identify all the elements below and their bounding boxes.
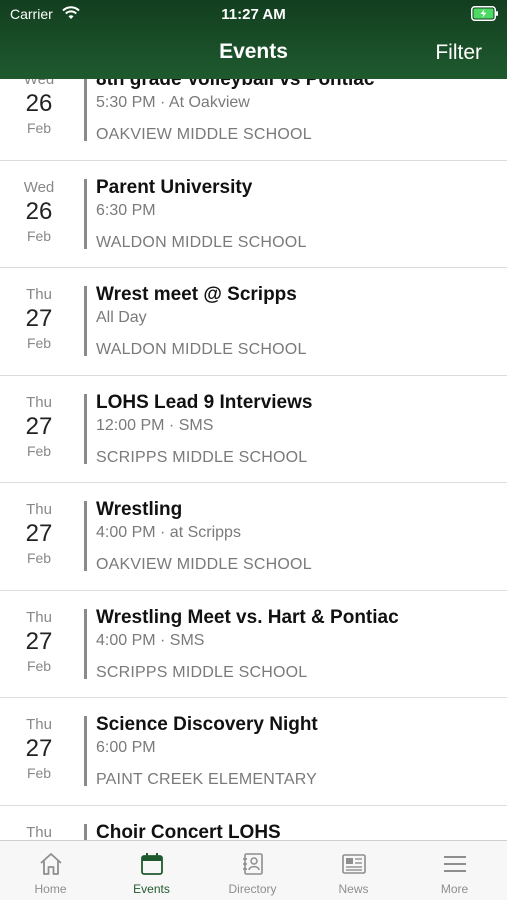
event-day: 27 [25,305,53,332]
event-title: Wrest meet @ Scripps [96,284,297,305]
event-date: Wed 26 Feb [0,79,78,160]
calendar-icon [141,853,163,875]
event-time: 5:30 PM · At Oakview [96,94,250,111]
event-month: Feb [26,765,52,781]
menu-icon [444,856,466,872]
navigation-header: Carrier 11:27 AM Events Filter [0,0,507,79]
event-divider [84,393,87,464]
tab-more[interactable]: More [404,841,505,900]
event-date: Thu 27 Feb [0,483,78,590]
event-weekday: Thu [26,716,52,733]
event-divider [84,608,87,679]
event-weekday: Thu [26,501,52,518]
event-day: 26 [25,197,53,225]
event-row[interactable]: Thu 27 Feb Wrestling 4:00 PM · at Scripp… [0,483,507,591]
events-list-content: Wed 26 Feb 8th grade Volleyball vs Ponti… [0,79,507,840]
tab-home[interactable]: Home [0,841,101,900]
event-school: WALDON MIDDLE SCHOOL [96,233,307,251]
event-divider [84,823,87,840]
battery-charging-icon [471,6,498,21]
tab-news-label: News [338,882,369,896]
event-time: 4:00 PM · at Scripps [96,524,241,541]
event-weekday: Thu [26,393,52,411]
event-row[interactable]: Thu Choir Concert LOHS [0,805,507,841]
tab-home-label: Home [34,882,67,896]
event-date: Thu 27 Feb [0,698,78,805]
event-school: PAINT CREEK ELEMENTARY [96,771,318,788]
event-title: Wrestling Meet vs. Hart & Pontiac [96,606,399,628]
event-day: 27 [25,520,53,547]
status-bar: Carrier 11:27 AM [0,0,507,28]
event-school: SCRIPPS MIDDLE SCHOOL [96,448,308,466]
event-row[interactable]: Wed 26 Feb Parent University 6:30 PM WAL… [0,160,507,268]
event-divider [84,79,87,141]
tab-directory[interactable]: Directory [202,841,303,900]
tab-events[interactable]: Events [101,841,202,900]
event-date: Thu 27 Feb [0,268,78,375]
event-school: OAKVIEW MIDDLE SCHOOL [96,556,312,573]
event-month: Feb [26,550,52,566]
event-title: Choir Concert LOHS [96,821,281,841]
event-title: LOHS Lead 9 Interviews [96,391,313,413]
page-title: Events [219,40,288,63]
tab-more-label: More [440,882,469,896]
event-month: Feb [26,120,52,136]
event-month: Feb [26,442,52,459]
event-weekday: Thu [26,823,52,841]
tab-directory-label: Directory [228,882,277,896]
event-divider [84,501,87,571]
tab-events-label: Events [133,882,170,896]
event-title: Parent University [96,176,253,198]
events-list[interactable]: Wed 26 Feb 8th grade Volleyball vs Ponti… [0,79,507,840]
event-time: All Day [96,309,147,326]
tab-bar: Home Events Directory News More [0,840,507,900]
directory-icon [243,853,263,875]
event-school: WALDON MIDDLE SCHOOL [96,341,307,358]
status-time: 11:27 AM [221,6,286,23]
event-time: 12:00 PM · SMS [96,416,214,434]
event-month: Feb [26,227,52,244]
tab-news[interactable]: News [303,841,404,900]
event-row[interactable]: Wed 26 Feb 8th grade Volleyball vs Ponti… [0,79,507,161]
event-date: Wed 26 Feb [0,161,78,268]
event-title: Wrestling [96,499,183,520]
event-date: Thu 27 Feb [0,591,78,698]
event-row[interactable]: Thu 27 Feb LOHS Lead 9 Interviews 12:00 … [0,375,507,483]
event-row[interactable]: Thu 27 Feb Wrest meet @ Scripps All Day … [0,268,507,376]
event-time: 4:00 PM · SMS [96,631,205,649]
newspaper-icon [342,854,366,874]
event-divider [84,716,87,786]
event-day: 27 [25,412,53,440]
event-time: 6:30 PM [96,201,156,219]
event-divider [84,286,87,356]
event-weekday: Wed [23,79,55,88]
event-day: 27 [25,627,53,655]
event-month: Feb [26,657,52,674]
event-title: Science Discovery Night [96,714,318,735]
event-weekday: Wed [23,178,55,196]
event-date: Thu 27 Feb [0,376,78,483]
event-school: SCRIPPS MIDDLE SCHOOL [96,663,308,681]
event-row[interactable]: Thu 27 Feb Wrestling Meet vs. Hart & Pon… [0,590,507,698]
event-weekday: Thu [26,608,52,626]
event-title: 8th grade Volleyball vs Pontiac [96,79,375,90]
filter-button[interactable]: Filter [435,41,482,65]
event-month: Feb [26,335,52,351]
event-school: OAKVIEW MIDDLE SCHOOL [96,126,312,143]
home-icon [40,853,62,875]
event-divider [84,178,87,249]
event-time: 6:00 PM [96,739,156,756]
event-day: 27 [25,735,53,762]
event-date: Thu [0,806,78,841]
event-day: 26 [25,90,53,117]
event-weekday: Thu [26,286,52,303]
event-row[interactable]: Thu 27 Feb Science Discovery Night 6:00 … [0,698,507,806]
